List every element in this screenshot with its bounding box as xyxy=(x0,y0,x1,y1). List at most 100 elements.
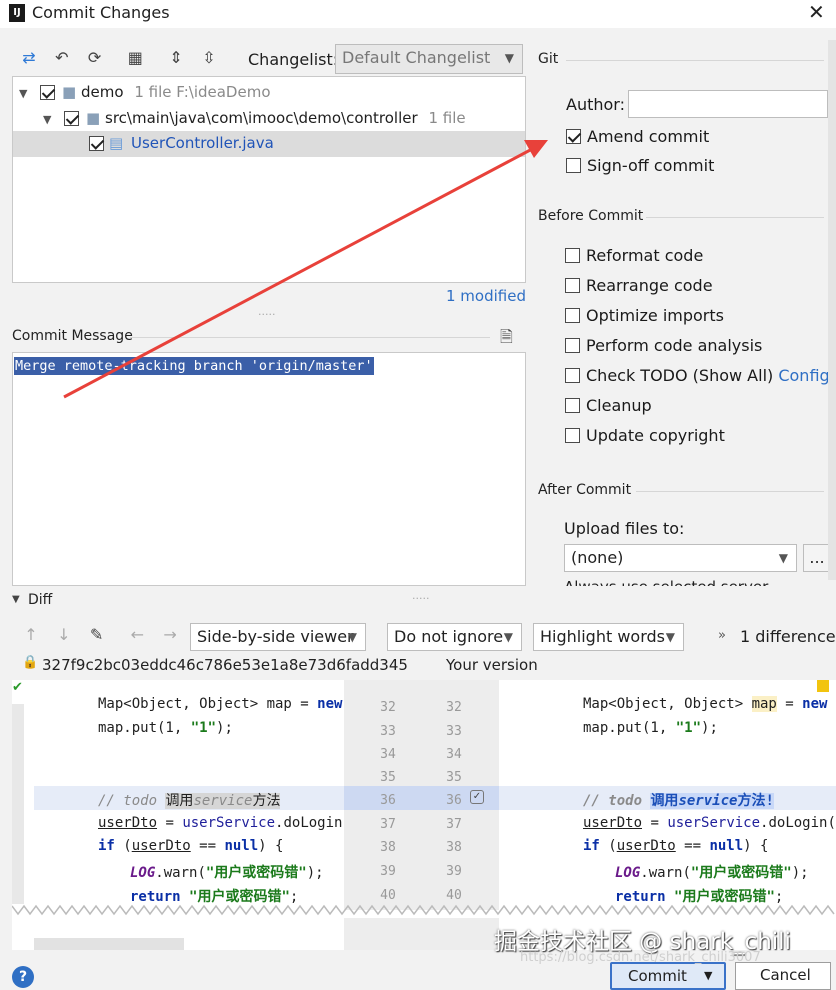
horizontal-scrollbar[interactable] xyxy=(34,938,184,950)
browse-button[interactable]: ... xyxy=(803,544,831,572)
git-section-title: Git xyxy=(538,51,559,67)
show-diff-icon[interactable]: ⇄ xyxy=(18,47,40,69)
rearrange-code-option[interactable]: Rearrange code xyxy=(565,276,713,295)
amend-checkbox[interactable] xyxy=(566,128,581,144)
changelist-label: Changelist: xyxy=(248,50,339,69)
scrollbar[interactable] xyxy=(828,40,836,580)
line-number: 37 xyxy=(380,817,396,832)
update-copyright-option[interactable]: Update copyright xyxy=(565,426,725,445)
more-icon[interactable]: » xyxy=(718,628,726,643)
root-meta: 1 file F:\ideaDemo xyxy=(134,83,271,101)
diff-section-title: Diff xyxy=(28,592,53,608)
author-input[interactable] xyxy=(628,90,828,118)
commit-message-editor[interactable]: Merge remote-tracking branch 'origin/mas… xyxy=(12,352,526,586)
changelist-dropdown[interactable]: Default Changelist ▼ xyxy=(335,44,523,74)
splitter-handle[interactable]: ····· xyxy=(258,308,275,321)
rollback-icon[interactable]: ↶ xyxy=(51,47,73,69)
reformat-checkbox[interactable] xyxy=(565,247,580,263)
copyright-checkbox[interactable] xyxy=(565,427,580,443)
line-number: 33 xyxy=(380,724,396,739)
option-label: Check TODO (Show All) xyxy=(586,366,774,385)
upload-label: Upload files to: xyxy=(564,519,685,538)
divider xyxy=(646,217,824,218)
signoff-checkbox[interactable] xyxy=(566,157,581,173)
package-checkbox[interactable] xyxy=(64,111,80,126)
ignore-value: Do not ignore xyxy=(394,627,504,646)
modified-link[interactable]: 1 modified xyxy=(446,287,526,305)
highlight-dropdown[interactable]: Highlight words ▼ xyxy=(533,623,684,651)
highlight-value: Highlight words xyxy=(540,627,665,646)
arrow-down-icon[interactable]: ↓ xyxy=(53,624,75,646)
help-button[interactable]: ? xyxy=(12,966,34,988)
commit-history-icon[interactable]: 🗎 xyxy=(500,326,513,353)
folded-region-edge xyxy=(12,904,835,916)
cancel-button[interactable]: Cancel xyxy=(735,962,831,990)
changelist-value: Default Changelist xyxy=(342,48,491,67)
rearrange-checkbox[interactable] xyxy=(565,277,580,293)
chevron-down-icon[interactable]: ▼ xyxy=(12,594,20,605)
line-number: 37 xyxy=(446,817,462,832)
todo-checkbox[interactable] xyxy=(565,367,580,383)
viewer-dropdown[interactable]: Side-by-side viewer ▼ xyxy=(190,623,366,651)
file-checkbox[interactable] xyxy=(89,136,104,151)
edit-icon[interactable]: ✎ xyxy=(86,624,108,646)
arrow-left-icon[interactable]: ← xyxy=(126,624,148,646)
left-revision: 327f9c2bc03eddc46c786e53e1a8e73d6fadd345 xyxy=(42,656,408,674)
line-number: 34 xyxy=(446,747,462,762)
check-todo-option[interactable]: Check TODO (Show All) Configure xyxy=(565,366,836,385)
commit-message-label: Commit Message xyxy=(12,328,133,344)
diff-left-pane[interactable]: ✔ Map<Object, Object> map = new map.put(… xyxy=(12,680,344,910)
check-icon: ✔ xyxy=(12,680,23,695)
chevron-down-icon[interactable]: ▼ xyxy=(43,113,51,126)
commit-message-text[interactable]: Merge remote-tracking branch 'origin/mas… xyxy=(14,357,374,375)
viewer-value: Side-by-side viewer xyxy=(197,627,354,646)
reformat-code-option[interactable]: Reformat code xyxy=(565,246,703,265)
commit-button[interactable]: Commit ▼ xyxy=(610,962,726,990)
optimize-checkbox[interactable] xyxy=(565,307,580,323)
diff-header: ▼ Diff ····· xyxy=(0,590,836,610)
line-number: 40 xyxy=(380,888,396,903)
line-number: 32 xyxy=(380,700,396,715)
tree-row-file[interactable]: ▤ UserController.java xyxy=(13,131,525,157)
ignore-dropdown[interactable]: Do not ignore ▼ xyxy=(387,623,522,651)
optimize-imports-option[interactable]: Optimize imports xyxy=(565,306,724,325)
tree-row-package[interactable]: ▼ ■ src\main\java\com\imooc\demo\control… xyxy=(43,109,466,127)
chevron-down-icon[interactable]: ▼ xyxy=(704,969,712,982)
signoff-commit-option[interactable]: Sign-off commit xyxy=(566,156,714,175)
signoff-label: Sign-off commit xyxy=(587,156,715,175)
cleanup-checkbox[interactable] xyxy=(565,397,580,413)
include-change-checkbox[interactable]: ✓ xyxy=(470,790,484,804)
amend-commit-option[interactable]: Amend commit xyxy=(566,127,709,146)
diff-viewer[interactable]: ✔ Map<Object, Object> map = new map.put(… xyxy=(12,680,836,950)
chevron-down-icon: ▼ xyxy=(504,51,514,65)
root-checkbox[interactable] xyxy=(40,85,56,100)
refresh-icon[interactable]: ⟳ xyxy=(84,47,106,69)
warning-marker xyxy=(817,680,829,692)
splitter-handle[interactable]: ····· xyxy=(412,592,429,605)
code-analysis-option[interactable]: Perform code analysis xyxy=(565,336,762,355)
line-number: 38 xyxy=(446,840,462,855)
differences-count: 1 difference xyxy=(740,627,836,646)
tree-row-root[interactable]: ▼ ■ demo 1 file F:\ideaDemo xyxy=(19,83,271,101)
cleanup-option[interactable]: Cleanup xyxy=(565,396,652,415)
close-icon[interactable]: ✕ xyxy=(808,0,825,24)
package-meta: 1 file xyxy=(428,109,466,127)
before-commit-title: Before Commit xyxy=(538,208,644,224)
arrow-up-icon[interactable]: ↑ xyxy=(20,624,42,646)
line-number: 38 xyxy=(380,840,396,855)
expand-all-icon[interactable]: ⇕ xyxy=(165,47,187,69)
divider xyxy=(566,60,824,61)
collapse-all-icon[interactable]: ⇳ xyxy=(198,47,220,69)
chevron-down-icon: ▼ xyxy=(778,551,788,565)
arrow-right-icon[interactable]: → xyxy=(159,624,181,646)
group-by-icon[interactable]: ▦ xyxy=(124,47,146,69)
always-use-option[interactable]: Always use selected server xyxy=(564,578,824,586)
diff-right-pane[interactable]: Map<Object, Object> map = new Ha map.put… xyxy=(499,680,836,910)
option-label: Perform code analysis xyxy=(586,336,763,355)
chevron-down-icon[interactable]: ▼ xyxy=(19,87,27,100)
analysis-checkbox[interactable] xyxy=(565,337,580,353)
line-number: 35 xyxy=(446,770,462,785)
line-number: 35 xyxy=(380,770,396,785)
upload-server-dropdown[interactable]: (none) ▼ xyxy=(564,544,797,572)
gutter-bottom xyxy=(344,918,499,950)
